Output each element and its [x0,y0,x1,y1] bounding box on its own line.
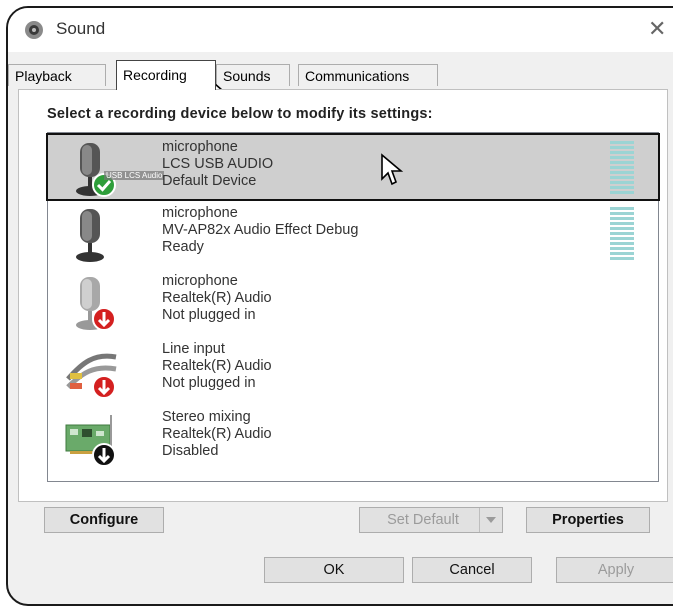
speaker-icon [25,21,43,39]
device-name: Line input [162,341,225,357]
device-info: microphone MV-AP82x Audio Effect Debug R… [162,205,358,256]
device-driver: LCS USB AUDIO [162,156,274,172]
sound-card-disabled-icon [65,415,116,467]
ok-button[interactable]: OK [264,557,404,583]
chevron-down-icon [486,517,496,523]
device-info: Line input Realtek(R) Audio Not plugged … [162,341,272,392]
device-info: Stereo mixing Realtek(R) Audio Disabled [162,409,272,460]
apply-button[interactable]: Apply [556,557,673,583]
set-default-dropdown[interactable] [479,508,502,532]
device-driver: MV-AP82x Audio Effect Debug [162,222,359,238]
configure-button[interactable]: Configure [44,507,164,533]
device-status: Default Device [162,173,257,189]
tab-playback[interactable]: Playback [8,64,106,86]
level-meter [610,141,634,195]
level-meter [610,207,634,261]
set-default-label: Set Default [387,512,459,528]
device-driver: Realtek(R) Audio [162,290,272,306]
device-name: microphone [162,205,238,221]
device-status: Ready [162,239,204,255]
device-row-line-input[interactable]: Line input Realtek(R) Audio Not plugged … [48,337,658,405]
device-row-realtek-microphone[interactable]: microphone Realtek(R) Audio Not plugged … [48,269,658,337]
device-info: microphone LCS USB AUDIO Default Device [162,139,273,190]
device-driver: Realtek(R) Audio [162,358,272,374]
device-driver: Realtek(R) Audio [162,426,272,442]
microphone-unplugged-icon [76,277,116,331]
device-status: Not plugged in [162,307,256,323]
instruction-text: Select a recording device below to modif… [47,106,433,122]
device-info: microphone Realtek(R) Audio Not plugged … [162,273,272,324]
device-row-stereo-mixing[interactable]: Stereo mixing Realtek(R) Audio Disabled [48,405,658,473]
mouse-cursor-icon [381,153,404,186]
window-title: Sound [56,19,106,38]
set-default-button[interactable]: Set Default [359,507,503,533]
title-bar: Sound ✕ [8,8,673,52]
sound-dialog: Sound ✕ Playback Recording Sounds Commun… [6,6,673,606]
device-status: Disabled [162,443,219,459]
device-name: Stereo mixing [162,409,251,425]
device-overlay-label: USB LCS Audio [104,171,165,180]
line-input-unplugged-icon [66,353,117,399]
microphone-default-icon [76,143,116,197]
tab-communications[interactable]: Communications [298,64,438,86]
recording-device-list[interactable]: USB LCS Audio microphone LCS USB AUDIO D… [46,132,660,482]
device-name: microphone [162,139,238,155]
microphone-icon [76,209,104,262]
close-icon[interactable]: ✕ [648,16,666,42]
device-status: Not plugged in [162,375,256,391]
cancel-button[interactable]: Cancel [412,557,532,583]
properties-button[interactable]: Properties [526,507,650,533]
device-row-lcs-usb-audio[interactable]: USB LCS Audio microphone LCS USB AUDIO D… [46,133,660,201]
recording-panel: Select a recording device below to modif… [18,89,668,502]
device-row-mv-ap82x[interactable]: microphone MV-AP82x Audio Effect Debug R… [48,201,658,269]
tab-recording[interactable]: Recording [116,60,216,90]
device-name: microphone [162,273,238,289]
